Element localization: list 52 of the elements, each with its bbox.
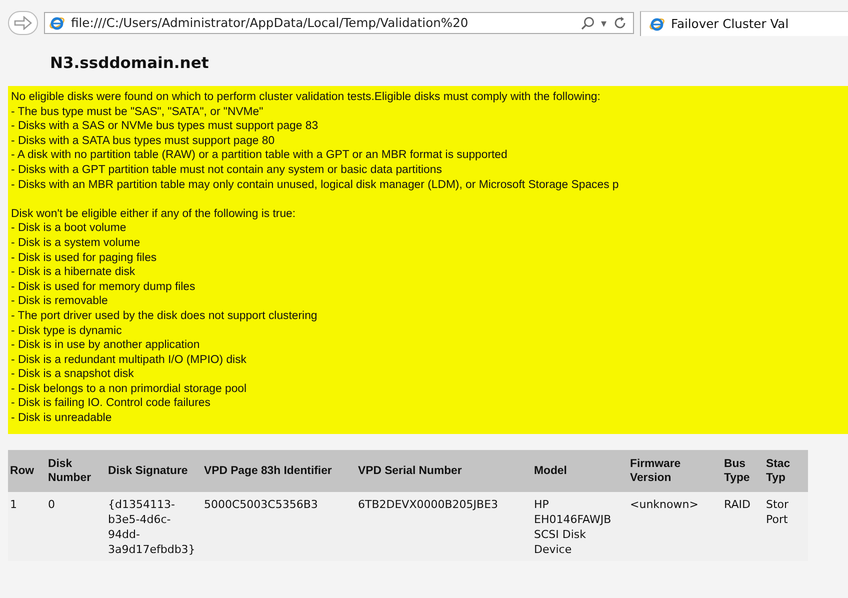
table-cell: 1 bbox=[8, 492, 46, 561]
message-line: - Disk is unreadable bbox=[11, 411, 113, 426]
table-cell: 0 bbox=[46, 492, 106, 561]
message-line: - Disks with a GPT partition table must not contain any system or basic data partitions bbox=[11, 162, 443, 178]
column-header: Model bbox=[532, 450, 628, 492]
message-line: - Disks with a SATA bus types must support page 80 bbox=[11, 134, 276, 148]
message-line: - Disk is removable bbox=[11, 294, 109, 309]
column-header: Disk Number bbox=[46, 450, 106, 492]
message-line: - Disk is a boot volume bbox=[11, 221, 128, 236]
table-cell: 5000C5003C5356B3 bbox=[202, 492, 356, 561]
column-header: Row bbox=[8, 450, 46, 492]
message-line: - Disk is used for paging files bbox=[11, 250, 158, 266]
address-text: file:///C:/Users/Administrator/AppData/Local/Temp/Validation%20 bbox=[71, 16, 470, 30]
column-header: Bus Type bbox=[722, 450, 764, 492]
message-line: - Disk type is dynamic bbox=[11, 324, 123, 338]
message-line: - Disks with an MBR partition table may only contain unused, logical disk manager (LDM), or Microsoft Storage Spaces p bbox=[11, 178, 620, 192]
message-line: - Disk is a hibernate disk bbox=[11, 265, 136, 280]
message-line: No eligible disks were found on which to perform cluster validation tests.Eligible disks must comply with the following: bbox=[11, 90, 602, 105]
column-header: Stac Typ bbox=[764, 450, 808, 492]
message-line: - Disk is used for memory dump files bbox=[11, 280, 196, 294]
column-header: VPD Page 83h Identifier bbox=[202, 450, 356, 492]
column-header: Firmware Version bbox=[628, 450, 722, 492]
message-line: - The port driver used by the disk does not support clustering bbox=[11, 308, 318, 324]
table-cell: {d1354113-b3e5-4d6c-94dd-3a9d17efbdb3} bbox=[106, 492, 202, 561]
message-line: - Disk is a system volume bbox=[11, 236, 142, 251]
column-header: VPD Serial Number bbox=[356, 450, 532, 492]
message-line: - Disks with a SAS or NVMe bus types must support page 83 bbox=[11, 119, 320, 134]
arrow-right-icon bbox=[13, 16, 33, 30]
browser-tab[interactable]: Failover Cluster Val bbox=[640, 10, 848, 36]
message-line: - A disk with no partition table (RAW) or a partition table with a GPT or an MBR format is supported bbox=[11, 148, 508, 163]
message-line: - The bus type must be "SAS", "SATA", or "NVMe" bbox=[11, 104, 264, 120]
message-line: Disk won't be eligible either if any of the following is true: bbox=[11, 206, 297, 222]
refresh-icon[interactable] bbox=[613, 16, 627, 30]
dropdown-caret[interactable]: ▾ bbox=[601, 16, 607, 30]
column-header: Disk Signature bbox=[106, 450, 202, 492]
tab-title: Failover Cluster Val bbox=[671, 16, 789, 30]
message-line: - Disk is in use by another application bbox=[11, 338, 201, 353]
table-cell: RAID bbox=[722, 492, 764, 561]
search-icon[interactable] bbox=[581, 16, 595, 30]
message-line: - Disk is a redundant multipath I/O (MPIO) disk bbox=[11, 352, 248, 368]
table-cell: Stor Port bbox=[764, 492, 808, 561]
page-heading: N3.ssddomain.net bbox=[50, 54, 210, 72]
browser-logo-icon bbox=[649, 16, 665, 32]
table-cell: HP EH0146FAWJB SCSI Disk Device bbox=[532, 492, 628, 561]
browser-logo-icon bbox=[49, 15, 65, 31]
message-line: - Disk is failing IO. Control code failures bbox=[11, 396, 212, 412]
table-cell: 6TB2DEVX0000B205JBE3 bbox=[356, 492, 532, 561]
back-button[interactable] bbox=[8, 11, 38, 35]
message-line: - Disk belongs to a non primordial storage pool bbox=[11, 382, 248, 396]
table-cell: <unknown> bbox=[628, 492, 722, 561]
message-line: - Disk is a snapshot disk bbox=[11, 367, 135, 382]
address-field[interactable]: file:///C:/Users/Administrator/AppData/Local/Temp/Validation%20 ▾ bbox=[44, 12, 634, 34]
